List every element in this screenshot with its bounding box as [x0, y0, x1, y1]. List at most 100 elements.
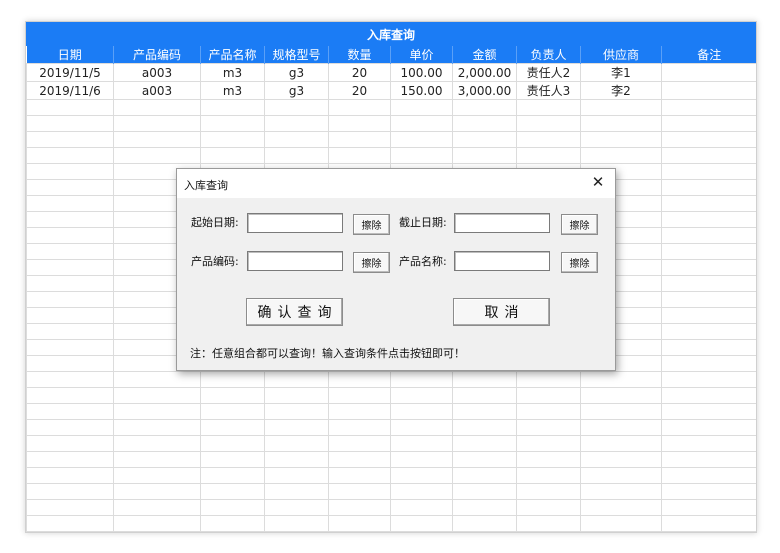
- table-cell[interactable]: [328, 147, 391, 164]
- close-icon[interactable]: ✕: [589, 173, 607, 191]
- table-cell[interactable]: [264, 131, 329, 148]
- table-cell[interactable]: [26, 387, 114, 404]
- table-cell[interactable]: [26, 147, 114, 164]
- table-cell[interactable]: [516, 387, 581, 404]
- table-cell[interactable]: [452, 499, 517, 516]
- table-cell[interactable]: [113, 419, 201, 436]
- table-cell[interactable]: [580, 467, 662, 484]
- table-cell[interactable]: [26, 99, 114, 116]
- table-cell[interactable]: 2019/11/6: [26, 81, 114, 100]
- table-cell[interactable]: [328, 99, 391, 116]
- table-cell[interactable]: [661, 419, 756, 436]
- table-cell[interactable]: [516, 451, 581, 468]
- table-cell[interactable]: [26, 467, 114, 484]
- table-cell[interactable]: [390, 499, 453, 516]
- table-cell[interactable]: [264, 387, 329, 404]
- table-cell[interactable]: [516, 419, 581, 436]
- table-cell[interactable]: [200, 451, 265, 468]
- table-cell[interactable]: [516, 499, 581, 516]
- column-header-supplier[interactable]: 供应商: [580, 46, 662, 64]
- table-cell[interactable]: [661, 147, 756, 164]
- table-cell[interactable]: m3: [200, 63, 265, 82]
- table-cell[interactable]: [200, 483, 265, 500]
- table-cell[interactable]: [26, 195, 114, 212]
- table-cell[interactable]: [661, 387, 756, 404]
- table-cell[interactable]: [328, 451, 391, 468]
- table-cell[interactable]: [26, 499, 114, 516]
- table-cell[interactable]: 20: [328, 63, 391, 82]
- table-cell[interactable]: [328, 435, 391, 452]
- clear-product-code-button[interactable]: 擦除: [353, 252, 390, 273]
- table-cell[interactable]: 150.00: [390, 81, 453, 100]
- table-cell[interactable]: [452, 483, 517, 500]
- table-cell[interactable]: [200, 403, 265, 420]
- end-date-input[interactable]: [454, 213, 550, 233]
- table-cell[interactable]: [328, 467, 391, 484]
- table-cell[interactable]: [390, 403, 453, 420]
- table-cell[interactable]: [264, 99, 329, 116]
- table-cell[interactable]: [264, 451, 329, 468]
- table-cell[interactable]: [328, 131, 391, 148]
- table-cell[interactable]: [580, 483, 662, 500]
- table-cell[interactable]: [661, 499, 756, 516]
- table-cell[interactable]: [661, 243, 756, 260]
- table-cell[interactable]: [113, 403, 201, 420]
- clear-product-name-button[interactable]: 擦除: [561, 252, 598, 273]
- column-header-date[interactable]: 日期: [26, 46, 114, 64]
- table-cell[interactable]: [264, 467, 329, 484]
- table-cell[interactable]: [26, 243, 114, 260]
- table-cell[interactable]: [390, 131, 453, 148]
- table-cell[interactable]: [452, 131, 517, 148]
- table-cell[interactable]: [452, 419, 517, 436]
- table-cell[interactable]: [580, 451, 662, 468]
- table-cell[interactable]: [26, 323, 114, 340]
- table-cell[interactable]: [452, 467, 517, 484]
- table-cell[interactable]: [580, 403, 662, 420]
- table-cell[interactable]: [200, 435, 265, 452]
- table-cell[interactable]: [661, 339, 756, 356]
- table-cell[interactable]: [390, 483, 453, 500]
- table-cell[interactable]: [661, 131, 756, 148]
- table-cell[interactable]: [328, 371, 391, 388]
- table-cell[interactable]: [661, 275, 756, 292]
- table-cell[interactable]: [113, 515, 201, 532]
- column-header-product-code[interactable]: 产品编码: [113, 46, 201, 64]
- table-cell[interactable]: [328, 419, 391, 436]
- table-cell[interactable]: [264, 499, 329, 516]
- column-header-amount[interactable]: 金额: [452, 46, 517, 64]
- table-cell[interactable]: [580, 419, 662, 436]
- table-cell[interactable]: [452, 99, 517, 116]
- table-cell[interactable]: [113, 147, 201, 164]
- table-cell[interactable]: [580, 115, 662, 132]
- table-cell[interactable]: [200, 499, 265, 516]
- table-cell[interactable]: [516, 435, 581, 452]
- table-cell[interactable]: [113, 435, 201, 452]
- table-cell[interactable]: [661, 63, 756, 82]
- table-cell[interactable]: [452, 387, 517, 404]
- table-cell[interactable]: [452, 515, 517, 532]
- table-cell[interactable]: [580, 131, 662, 148]
- table-cell[interactable]: [200, 371, 265, 388]
- table-cell[interactable]: [26, 403, 114, 420]
- table-cell[interactable]: [26, 275, 114, 292]
- table-cell[interactable]: [264, 435, 329, 452]
- table-cell[interactable]: [328, 387, 391, 404]
- table-cell[interactable]: [390, 515, 453, 532]
- table-cell[interactable]: [661, 355, 756, 372]
- table-cell[interactable]: [26, 339, 114, 356]
- table-cell[interactable]: 责任人2: [516, 63, 581, 82]
- table-cell[interactable]: [452, 451, 517, 468]
- table-cell[interactable]: [580, 515, 662, 532]
- table-cell[interactable]: [661, 323, 756, 340]
- table-cell[interactable]: [390, 435, 453, 452]
- table-cell[interactable]: [200, 99, 265, 116]
- table-cell[interactable]: [452, 147, 517, 164]
- cancel-button[interactable]: 取消: [453, 298, 550, 326]
- table-cell[interactable]: [661, 81, 756, 100]
- table-cell[interactable]: [580, 387, 662, 404]
- table-cell[interactable]: [390, 451, 453, 468]
- table-cell[interactable]: g3: [264, 81, 329, 100]
- table-cell[interactable]: [452, 435, 517, 452]
- table-cell[interactable]: [26, 307, 114, 324]
- table-cell[interactable]: [264, 115, 329, 132]
